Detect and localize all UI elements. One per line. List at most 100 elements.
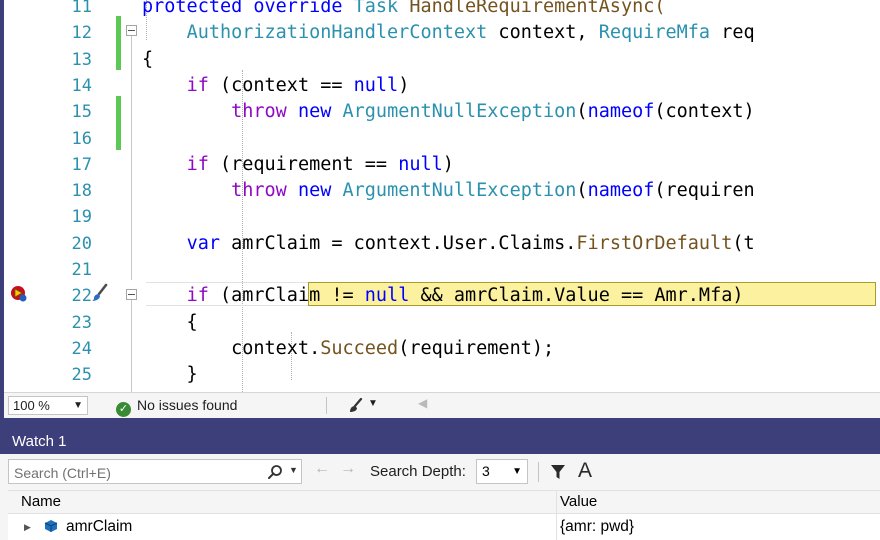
code-line[interactable]: 14 if (context == null): [4, 73, 880, 99]
code-text[interactable]: protected override Task HandleRequiremen…: [142, 0, 666, 20]
search-depth-dropdown[interactable]: 3 ▼: [476, 459, 528, 484]
watch-window-title[interactable]: Watch 1: [0, 430, 880, 454]
search-depth-value: 3: [482, 463, 490, 479]
code-line[interactable]: 11 protected override Task HandleRequirem…: [4, 0, 880, 20]
code-text[interactable]: {: [142, 310, 198, 336]
code-line[interactable]: 21: [4, 257, 880, 283]
code-token: && amrClaim.Value == Amr.Mfa): [409, 285, 744, 307]
code-editor[interactable]: 11 protected override Task HandleRequirem…: [4, 0, 880, 392]
field-cube-icon: [44, 520, 58, 532]
issues-indicator[interactable]: ✓ No issues found: [116, 397, 237, 417]
watch-search-box[interactable]: ▼: [8, 459, 302, 485]
code-token: (: [576, 180, 588, 202]
code-token: throw: [231, 180, 287, 202]
code-token: (: [576, 101, 588, 123]
toolbar-separator: [326, 397, 327, 414]
arrow-right-icon[interactable]: →: [340, 460, 356, 478]
code-text[interactable]: if (amrClaim != null && amrClaim.Value =…: [142, 283, 744, 309]
font-icon[interactable]: A: [578, 459, 592, 483]
code-text[interactable]: if (requirement == null): [142, 152, 454, 178]
code-line[interactable]: 13 {: [4, 47, 880, 73]
code-token: context.: [142, 337, 321, 359]
code-token: {: [142, 48, 154, 70]
line-number: 14: [71, 75, 92, 96]
code-line[interactable]: 23 {: [4, 310, 880, 336]
code-text[interactable]: {: [142, 47, 153, 73]
code-cleanup-brush-icon[interactable]: [348, 398, 364, 414]
code-text[interactable]: throw new ArgumentNullException(nameof(c…: [142, 99, 755, 125]
panel-splitter[interactable]: [0, 418, 880, 430]
code-token: ): [442, 153, 454, 175]
issues-text: No issues found: [137, 397, 238, 413]
scroll-left-icon[interactable]: ◀: [418, 396, 427, 410]
code-token: (t: [732, 232, 755, 254]
line-number: 15: [71, 102, 92, 123]
code-token: Task: [353, 0, 410, 17]
code-token: null: [353, 74, 399, 96]
code-token: protected override: [142, 0, 354, 17]
watch-row-value[interactable]: {amr: pwd}: [560, 514, 634, 540]
search-input[interactable]: [9, 460, 266, 485]
code-line[interactable]: 19: [4, 204, 880, 230]
line-number: 18: [71, 181, 92, 202]
editor-status-bar: 100 % ▼ ✓ No issues found ▼ ◀: [4, 392, 880, 418]
code-line[interactable]: 24 context.Succeed(requirement);: [4, 336, 880, 362]
code-token: new: [297, 180, 332, 202]
toolbar-separator: [538, 462, 539, 482]
code-line[interactable]: 12 AuthorizationHandlerContext context, …: [4, 20, 880, 46]
code-token: ArgumentNullException: [342, 180, 577, 202]
code-text[interactable]: throw new ArgumentNullException(nameof(r…: [142, 178, 755, 204]
watch-row[interactable]: ▶ amrClaim {amr: pwd}: [8, 514, 880, 540]
code-token: ArgumentNullException: [342, 101, 577, 123]
zoom-value: 100 %: [13, 398, 50, 413]
code-token: ): [398, 74, 410, 96]
code-line[interactable]: 25 }: [4, 362, 880, 388]
code-token: context,: [487, 22, 599, 44]
code-text[interactable]: }: [142, 362, 198, 388]
code-token: AuthorizationHandlerContext: [186, 22, 488, 44]
code-text[interactable]: AuthorizationHandlerContext context, Req…: [142, 20, 755, 46]
code-line[interactable]: 20 var amrClaim = context.User.Claims.Fi…: [4, 231, 880, 257]
name-column-header[interactable]: Name: [21, 491, 61, 513]
chevron-down-icon: ▼: [73, 400, 83, 411]
line-number: 13: [71, 49, 92, 70]
value-column-header[interactable]: Value: [560, 491, 597, 513]
chevron-down-icon[interactable]: ▼: [289, 465, 298, 475]
code-text[interactable]: context.Succeed(requirement);: [142, 336, 554, 362]
code-line[interactable]: 22 if (amrClaim != null && amrClaim.Valu…: [4, 283, 880, 309]
code-text[interactable]: if (context == null): [142, 73, 410, 99]
arrow-left-icon[interactable]: ←: [314, 460, 330, 478]
line-number: 22: [71, 286, 92, 307]
watch-window: ▼ ← → Search Depth: 3 ▼ A Name Value ▶ a…: [0, 454, 880, 540]
line-number: 17: [71, 154, 92, 175]
chevron-down-icon: ▼: [512, 466, 522, 477]
filter-icon[interactable]: [550, 464, 566, 480]
code-token: Succeed: [320, 337, 399, 359]
code-token: (requiren: [654, 180, 755, 202]
code-token: HandleRequirementAsync(: [409, 0, 666, 17]
code-token: throw: [231, 101, 287, 123]
code-token: }: [142, 364, 198, 386]
chevron-down-icon[interactable]: ▼: [368, 398, 378, 409]
code-line[interactable]: 15 throw new ArgumentNullException(nameo…: [4, 99, 880, 125]
code-line[interactable]: 17 if (requirement == null): [4, 152, 880, 178]
column-separator[interactable]: [556, 491, 557, 513]
code-token: FirstOrDefault: [576, 232, 733, 254]
search-icon[interactable]: [267, 464, 283, 480]
code-line[interactable]: 18 throw new ArgumentNullException(nameo…: [4, 178, 880, 204]
line-number: 25: [71, 365, 92, 386]
code-line[interactable]: 16: [4, 126, 880, 152]
zoom-dropdown[interactable]: 100 % ▼: [8, 396, 88, 415]
code-token: new: [297, 101, 332, 123]
code-token: (requirement);: [398, 337, 555, 359]
triangle-right-icon[interactable]: ▶: [24, 514, 31, 540]
code-token: (amrClaim !=: [208, 285, 365, 307]
code-text[interactable]: var amrClaim = context.User.Claims.First…: [142, 231, 755, 257]
